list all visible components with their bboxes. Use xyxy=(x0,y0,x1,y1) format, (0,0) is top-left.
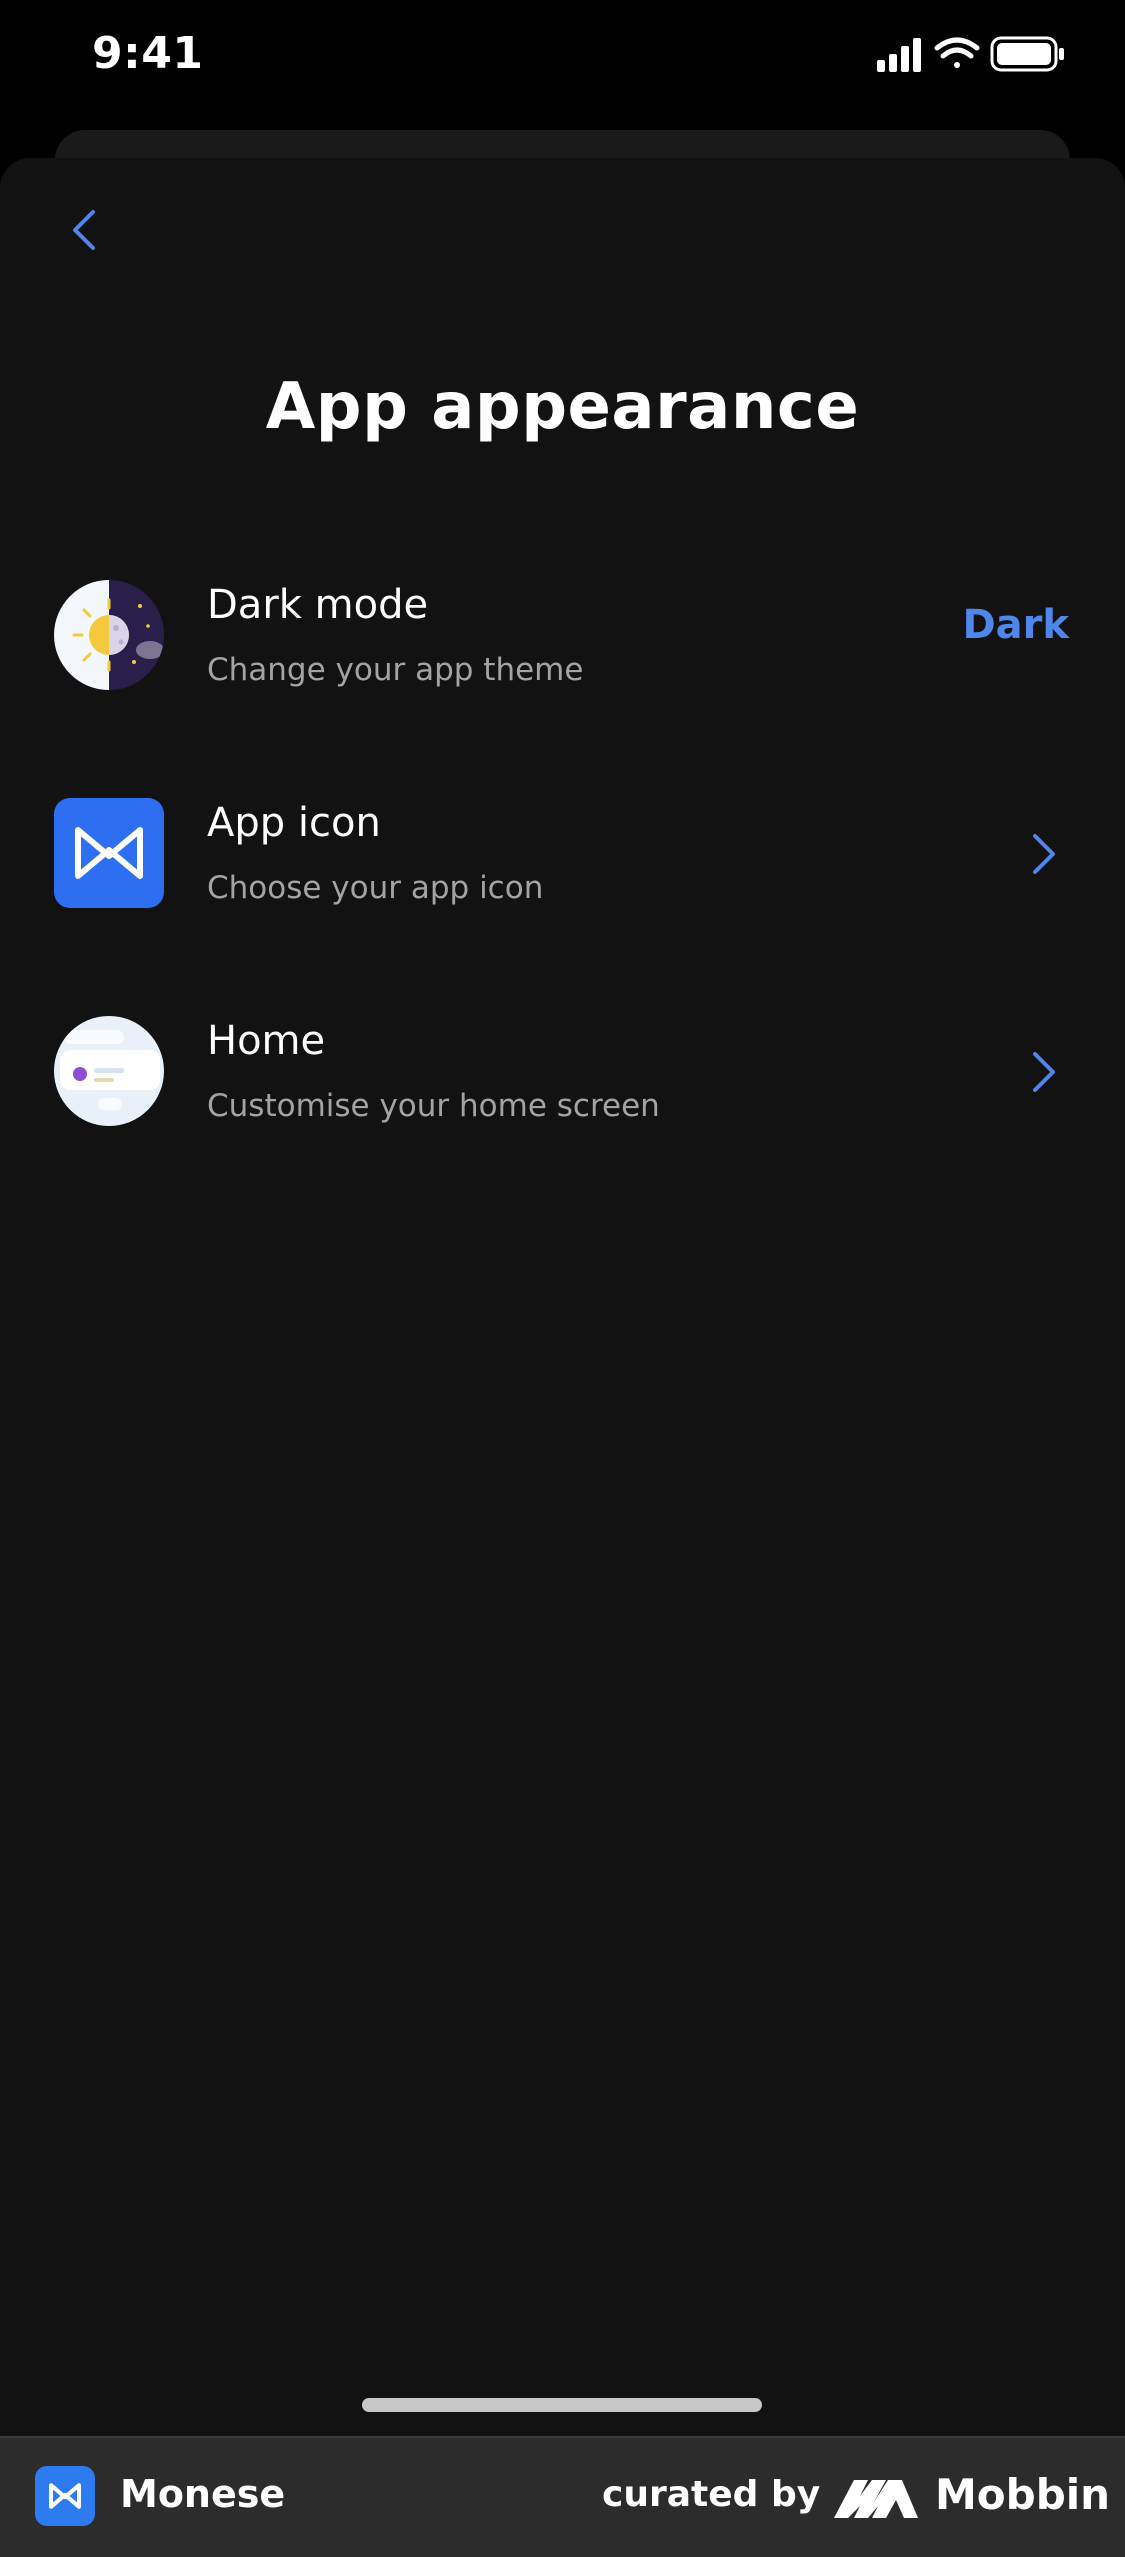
footer-bar: Monese curated by Mobbin xyxy=(0,2436,1125,2557)
home-row[interactable]: Home Customise your home screen xyxy=(0,1016,1125,1186)
settings-sheet xyxy=(0,158,1125,2436)
monese-logo-icon xyxy=(54,798,164,908)
chevron-left-icon xyxy=(73,210,95,250)
status-time: 9:41 xyxy=(92,28,204,79)
status-icons xyxy=(877,34,1077,74)
back-button[interactable] xyxy=(52,190,116,270)
row-subtitle: Choose your app icon xyxy=(207,870,544,906)
signal-icon xyxy=(877,38,921,72)
battery-icon xyxy=(990,36,1064,72)
page-title: App appearance xyxy=(265,370,860,444)
dark-mode-row[interactable]: Dark mode Change your app theme Dark xyxy=(0,580,1125,750)
home-screen-preview-icon xyxy=(54,1016,164,1126)
row-subtitle: Change your app theme xyxy=(207,652,584,688)
dark-mode-value[interactable]: Dark xyxy=(962,602,1069,648)
chevron-right-icon xyxy=(1033,1052,1055,1092)
footer-curated-label: curated by xyxy=(602,2474,821,2515)
wifi-icon xyxy=(934,37,980,68)
app-icon-row[interactable]: App icon Choose your app icon xyxy=(0,798,1125,968)
sun-moon-icon xyxy=(54,580,164,690)
home-indicator[interactable] xyxy=(362,2398,762,2412)
chevron-right-icon xyxy=(1033,834,1055,874)
row-title: Home xyxy=(207,1018,326,1064)
row-subtitle: Customise your home screen xyxy=(207,1088,660,1124)
row-title: Dark mode xyxy=(207,582,429,628)
mobbin-logo-icon xyxy=(834,2480,918,2518)
row-title: App icon xyxy=(207,800,381,846)
footer-brand-name: Monese xyxy=(120,2472,286,2516)
footer-curator-name: Mobbin xyxy=(935,2470,1111,2519)
status-bar: 9:41 xyxy=(0,0,1125,120)
monese-logo-icon xyxy=(35,2466,95,2526)
